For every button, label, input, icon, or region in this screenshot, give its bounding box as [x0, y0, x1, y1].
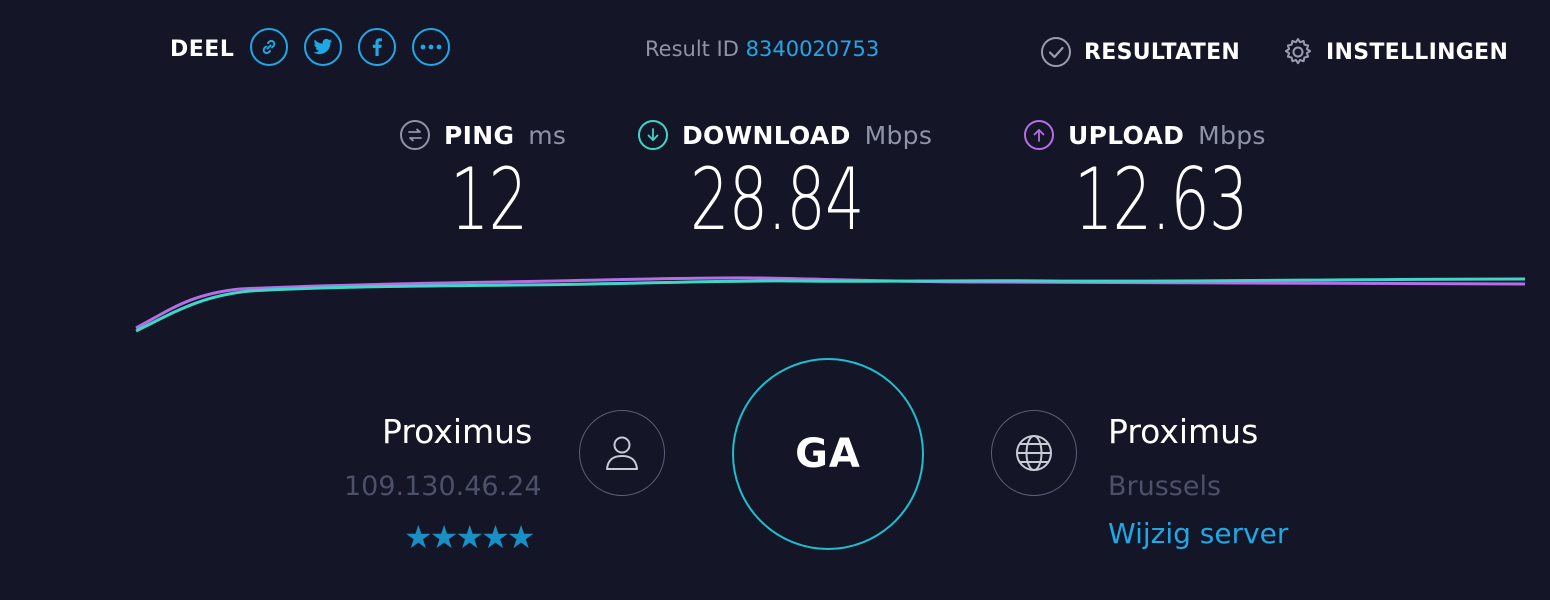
- settings-link[interactable]: INSTELLINGEN: [1282, 36, 1508, 68]
- download-unit: Mbps: [864, 120, 933, 150]
- upload-graph-line: [135, 276, 1526, 330]
- download-graph-line: [135, 277, 1526, 333]
- upload-unit: Mbps: [1198, 120, 1266, 150]
- settings-label: INSTELLINGEN: [1326, 39, 1509, 65]
- ping-unit: ms: [528, 120, 567, 150]
- twitter-icon: [313, 38, 333, 55]
- client-rating-stars[interactable]: ★★★★★: [404, 518, 535, 556]
- download-value: 28.84: [690, 150, 864, 250]
- upload-header: UPLOAD Mbps: [1024, 120, 1266, 150]
- server-location: Brussels: [1108, 471, 1222, 502]
- ping-icon: [400, 120, 430, 150]
- share-label: DEEL: [170, 37, 235, 62]
- share-twitter-button[interactable]: [304, 28, 342, 66]
- results-link[interactable]: RESULTATEN: [1040, 36, 1240, 68]
- user-icon: [606, 436, 638, 470]
- change-server-link[interactable]: Wijzig server: [1108, 517, 1288, 550]
- ping-value: 12: [450, 150, 528, 250]
- result-id-value[interactable]: 8340020753: [746, 37, 880, 61]
- result-id-label: Result ID: [645, 37, 739, 61]
- upload-label: UPLOAD: [1068, 120, 1185, 150]
- download-label: DOWNLOAD: [682, 120, 851, 150]
- results-label: RESULTATEN: [1084, 39, 1241, 65]
- link-icon: [262, 39, 276, 55]
- gear-icon: [1284, 38, 1312, 65]
- server-name: Proximus: [1108, 412, 1259, 451]
- globe-icon-ring: [991, 410, 1077, 496]
- globe-icon: [1016, 435, 1052, 471]
- client-isp-name: Proximus: [382, 412, 533, 451]
- ping-header: PING ms: [400, 120, 566, 150]
- download-arrow-icon: [638, 120, 668, 150]
- share-more-button[interactable]: [412, 28, 450, 66]
- go-button[interactable]: GA: [732, 358, 924, 550]
- facebook-icon: [372, 38, 382, 56]
- speed-graph: [135, 276, 1526, 333]
- download-header: DOWNLOAD Mbps: [638, 120, 932, 150]
- more-icon: [420, 44, 442, 50]
- check-circle-icon: [1041, 37, 1071, 67]
- share-facebook-button[interactable]: [358, 28, 396, 66]
- ping-label: PING: [444, 120, 515, 150]
- result-id: Result ID 8340020753: [645, 37, 879, 61]
- upload-arrow-icon: [1024, 120, 1054, 150]
- user-icon-ring: [579, 410, 665, 496]
- share-link-button[interactable]: [250, 28, 288, 66]
- client-ip: 109.130.46.24: [344, 471, 542, 502]
- upload-value: 12.63: [1074, 150, 1248, 250]
